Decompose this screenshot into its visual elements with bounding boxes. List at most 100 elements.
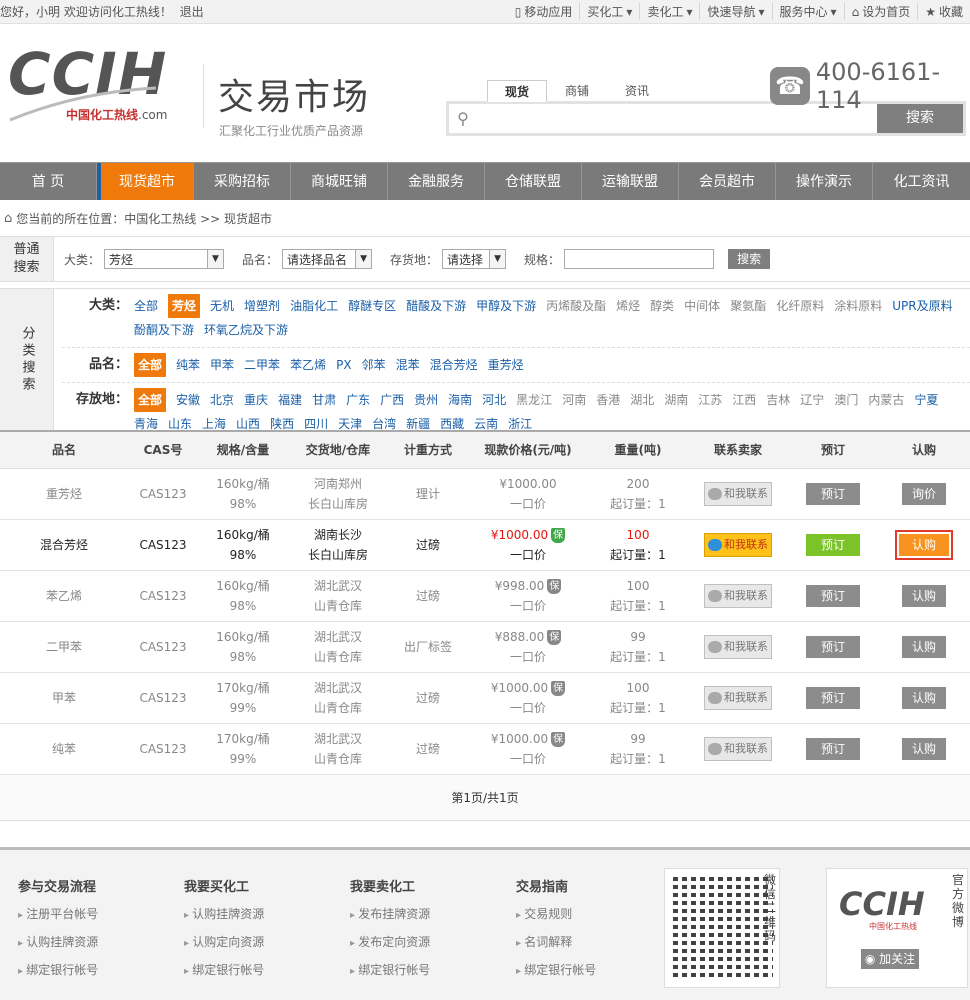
big-category-option[interactable]: 无机	[210, 294, 234, 318]
subscribe-button[interactable]: 认购	[902, 635, 946, 658]
simple-search-button[interactable]: 搜索	[728, 249, 771, 269]
location-option[interactable]: 吉林	[766, 388, 790, 412]
big-category-option[interactable]: 醇类	[650, 294, 674, 318]
mobile-app-link[interactable]: ▯ 移动应用	[508, 3, 580, 20]
location-option[interactable]: 北京	[210, 388, 234, 412]
footer-link[interactable]: 绑定银行帐号	[350, 957, 430, 985]
reserve-button[interactable]: 预订	[806, 635, 860, 658]
big-category-option[interactable]: 聚氨酯	[730, 294, 766, 318]
nav-transport[interactable]: 运输联盟	[582, 163, 679, 200]
product-select[interactable]: 请选择品名 ▼	[282, 249, 373, 269]
nav-spot-market[interactable]: 现货超市	[97, 163, 194, 200]
product-name-option[interactable]: 二甲苯	[244, 353, 280, 377]
location-option[interactable]: 宁夏	[914, 388, 938, 412]
big-category-option[interactable]: 油脂化工	[290, 294, 338, 318]
subscribe-button[interactable]: 认购	[895, 529, 953, 560]
inquiry-button[interactable]: 询价	[902, 482, 946, 505]
footer-link[interactable]: 认购挂牌资源	[184, 901, 264, 929]
product-name-cell[interactable]: 甲苯	[0, 672, 128, 724]
big-category-option[interactable]: 醋酸及下游	[406, 294, 466, 318]
nav-news[interactable]: 化工资讯	[873, 163, 970, 200]
location-option[interactable]: 黑龙江	[516, 388, 552, 412]
product-name-option[interactable]: PX	[336, 353, 351, 377]
big-category-option[interactable]: 烯烃	[616, 294, 640, 318]
reserve-button[interactable]: 预订	[806, 533, 860, 556]
spec-input[interactable]	[564, 249, 715, 269]
product-name-cell[interactable]: 重芳烃	[0, 468, 128, 520]
location-option[interactable]: 江西	[732, 388, 756, 412]
product-name-cell[interactable]: 二甲苯	[0, 621, 128, 673]
nav-demo[interactable]: 操作演示	[776, 163, 873, 200]
quick-nav-menu[interactable]: 快速导航 ▾	[699, 3, 771, 20]
nav-finance[interactable]: 金融服务	[388, 163, 485, 200]
subscribe-button[interactable]: 认购	[902, 737, 946, 760]
bookmark-link[interactable]: ★ 收藏	[917, 3, 970, 20]
service-center-menu[interactable]: 服务中心 ▾	[771, 3, 844, 20]
footer-link[interactable]: 认购挂牌资源	[18, 929, 98, 957]
reserve-button[interactable]: 预订	[806, 584, 860, 607]
product-name-option[interactable]: 纯苯	[176, 353, 200, 377]
big-category-option[interactable]: 醇醚专区	[348, 294, 396, 318]
reserve-button[interactable]: 预订	[806, 737, 860, 760]
tab-news[interactable]: 资讯	[607, 80, 667, 102]
reserve-button[interactable]: 预订	[806, 686, 860, 709]
footer-link[interactable]: 名词解释	[516, 929, 596, 957]
logout-link[interactable]: 退出	[180, 5, 204, 19]
product-name-option[interactable]: 苯乙烯	[290, 353, 326, 377]
product-name-option[interactable]: 邻苯	[362, 353, 386, 377]
location-option[interactable]: 辽宁	[800, 388, 824, 412]
footer-link[interactable]: 绑定银行帐号	[184, 957, 264, 985]
location-option[interactable]: 福建	[278, 388, 302, 412]
category-select[interactable]: 芳烃 ▼	[104, 249, 225, 269]
footer-link[interactable]: 注册平台帐号	[18, 901, 98, 929]
location-option[interactable]: 江苏	[698, 388, 722, 412]
footer-link[interactable]: 发布挂牌资源	[350, 901, 430, 929]
location-option[interactable]: 台湾	[372, 412, 396, 436]
location-option[interactable]: 全部	[134, 388, 167, 412]
nav-procurement[interactable]: 采购招标	[194, 163, 291, 200]
location-option[interactable]: 山西	[236, 412, 260, 436]
product-name-cell[interactable]: 苯乙烯	[0, 570, 128, 622]
location-option[interactable]: 新疆	[406, 412, 430, 436]
contact-seller-button[interactable]: 和我联系	[704, 736, 772, 761]
location-option[interactable]: 广西	[380, 388, 404, 412]
location-option[interactable]: 香港	[596, 388, 620, 412]
location-option[interactable]: 河南	[562, 388, 586, 412]
contact-seller-button[interactable]: 和我联系	[704, 532, 772, 557]
reserve-button[interactable]: 预订	[806, 482, 860, 505]
big-category-option[interactable]: 增塑剂	[244, 294, 280, 318]
location-option[interactable]: 贵州	[414, 388, 438, 412]
location-option[interactable]: 安徽	[176, 388, 200, 412]
subscribe-button[interactable]: 认购	[902, 686, 946, 709]
big-category-option[interactable]: UPR及原料	[892, 294, 952, 318]
tab-spot[interactable]: 现货	[487, 80, 547, 102]
location-option[interactable]: 云南	[474, 412, 498, 436]
location-option[interactable]: 四川	[304, 412, 328, 436]
location-option[interactable]: 广东	[346, 388, 370, 412]
footer-link[interactable]: 交易规则	[516, 901, 596, 929]
footer-link[interactable]: 发布定向资源	[350, 929, 430, 957]
set-homepage-link[interactable]: ⌂ 设为首页	[843, 3, 918, 20]
subscribe-button[interactable]: 认购	[902, 584, 946, 607]
product-name-cell[interactable]: 纯苯	[0, 723, 128, 775]
product-name-option[interactable]: 甲苯	[210, 353, 234, 377]
location-option[interactable]: 内蒙古	[868, 388, 904, 412]
location-option[interactable]: 重庆	[244, 388, 268, 412]
location-select[interactable]: 请选择 ▼	[442, 249, 507, 269]
location-option[interactable]: 澳门	[834, 388, 858, 412]
big-category-option[interactable]: 环氧乙烷及下游	[204, 318, 288, 342]
location-option[interactable]: 湖北	[630, 388, 654, 412]
big-category-option[interactable]: 酚酮及下游	[134, 318, 194, 342]
location-option[interactable]: 浙江	[508, 412, 532, 436]
footer-link[interactable]: 绑定银行帐号	[516, 957, 596, 985]
location-option[interactable]: 陕西	[270, 412, 294, 436]
contact-seller-button[interactable]: 和我联系	[704, 685, 772, 710]
location-option[interactable]: 海南	[448, 388, 472, 412]
product-name-cell[interactable]: 混合芳烃	[0, 519, 128, 571]
big-category-option[interactable]: 涂料原料	[834, 294, 882, 318]
big-category-option[interactable]: 中间体	[684, 294, 720, 318]
buy-chem-menu[interactable]: 买化工 ▾	[579, 3, 639, 20]
nav-storage[interactable]: 仓储联盟	[485, 163, 582, 200]
tab-shop[interactable]: 商铺	[547, 80, 607, 102]
contact-seller-button[interactable]: 和我联系	[704, 481, 772, 506]
